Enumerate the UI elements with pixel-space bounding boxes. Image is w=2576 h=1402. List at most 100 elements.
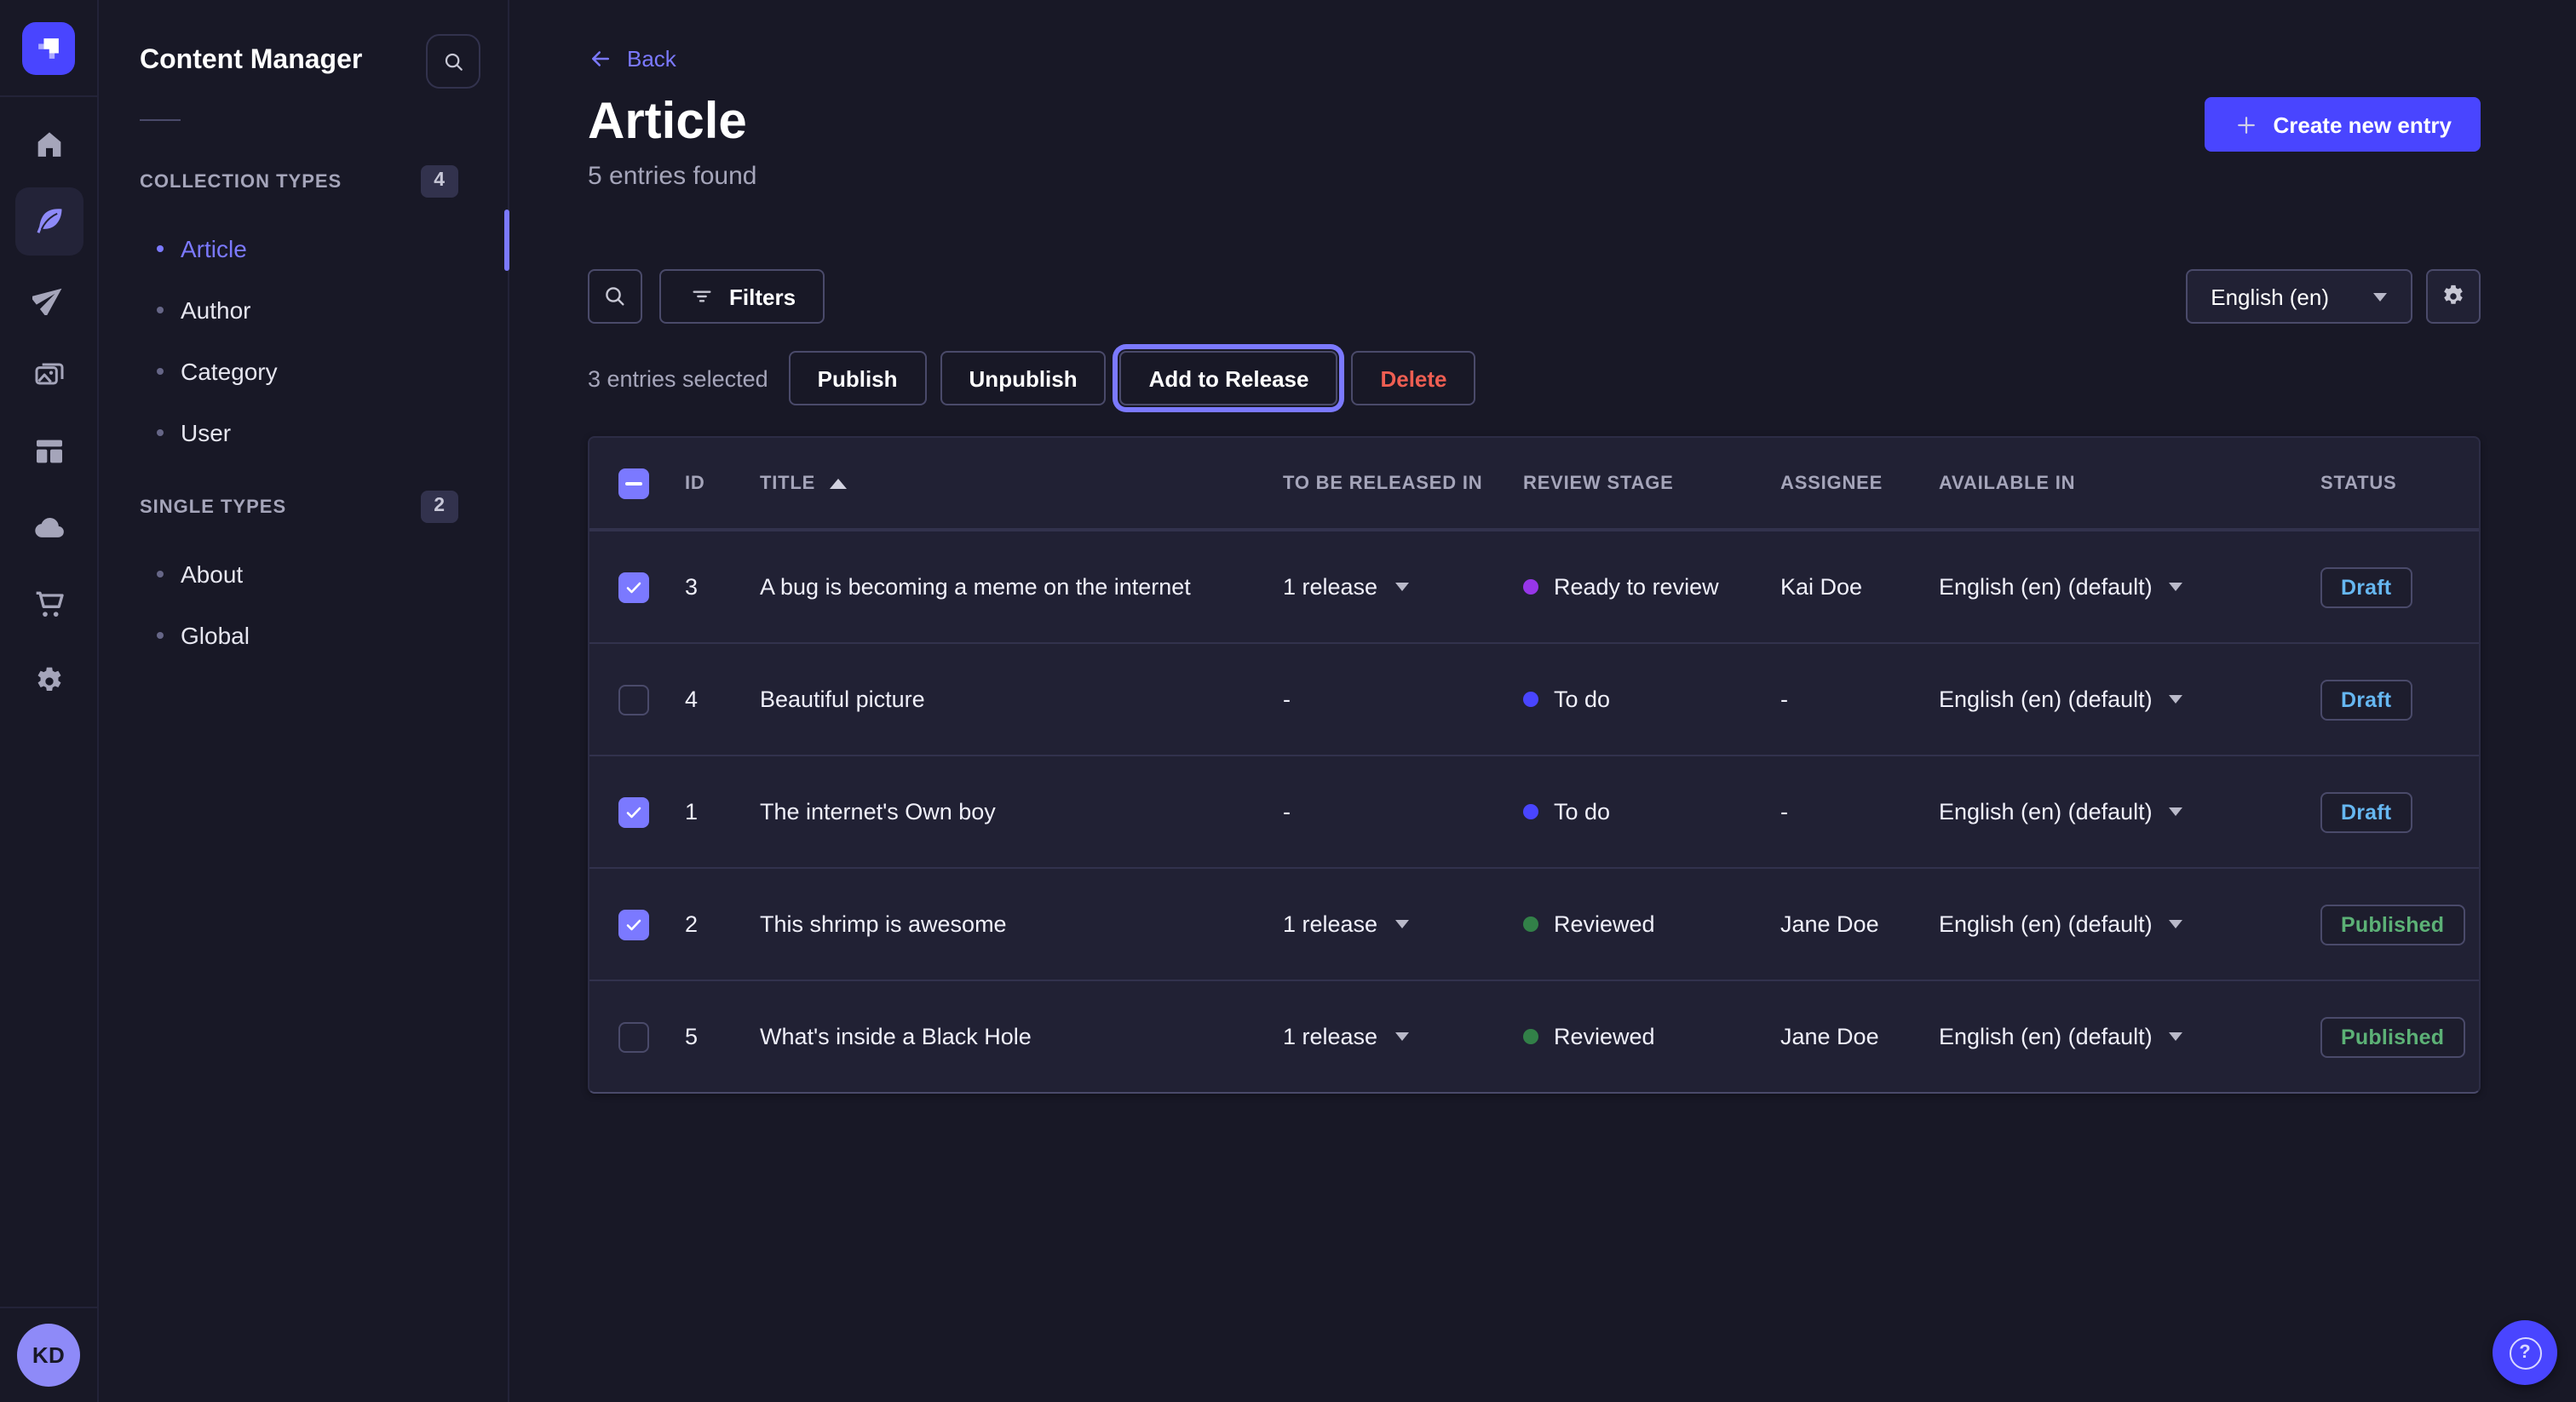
main-content: Back Article 5 entries found Create new …	[509, 0, 2576, 1402]
search-icon	[440, 49, 466, 74]
column-header-status[interactable]: STATUS	[2320, 473, 2479, 493]
subnav-search-button[interactable]	[426, 34, 480, 89]
arrow-left-icon	[588, 46, 613, 72]
cell-available-in-dropdown[interactable]: English (en) (default)	[1939, 687, 2320, 712]
cell-id: 1	[664, 799, 760, 825]
column-header-id[interactable]: ID	[664, 473, 760, 493]
settings-gear-icon[interactable]	[14, 647, 83, 715]
back-link[interactable]: Back	[588, 46, 676, 72]
chevron-down-icon	[1394, 1032, 1408, 1041]
column-header-to-be-released-in[interactable]: TO BE RELEASED IN	[1283, 473, 1523, 493]
cloud-icon[interactable]	[14, 494, 83, 562]
help-button[interactable]: ?	[2493, 1320, 2557, 1385]
page-title: Article	[588, 94, 757, 152]
entries-table: ID TITLE TO BE RELEASED IN REVIEW STAGE …	[588, 436, 2481, 1094]
row-checkbox[interactable]	[618, 1021, 649, 1052]
cell-title: A bug is becoming a meme on the internet	[760, 574, 1283, 600]
main-nav-rail: KD	[0, 0, 99, 1402]
filters-button[interactable]: Filters	[659, 269, 825, 324]
cell-title: The internet's Own boy	[760, 799, 1283, 825]
cell-assignee: Jane Doe	[1780, 911, 1939, 937]
chevron-down-icon	[2373, 292, 2387, 301]
cell-release: -	[1283, 687, 1523, 712]
sidebar-item-user[interactable]: User	[99, 402, 508, 463]
media-library-icon[interactable]	[14, 341, 83, 409]
strapi-logo[interactable]	[22, 21, 75, 74]
check-icon	[624, 802, 644, 822]
unpublish-button[interactable]: Unpublish	[940, 351, 1107, 405]
cell-available-in-dropdown[interactable]: English (en) (default)	[1939, 911, 2320, 937]
cell-review-stage: Reviewed	[1523, 911, 1780, 937]
delete-button[interactable]: Delete	[1351, 351, 1475, 405]
content-type-builder-layout-icon[interactable]	[14, 417, 83, 486]
user-avatar[interactable]: KD	[17, 1324, 80, 1387]
sidebar-item-category[interactable]: Category	[99, 341, 508, 402]
stage-dot	[1523, 1029, 1538, 1044]
locale-select[interactable]: English (en)	[2185, 269, 2412, 324]
subnav-title: Content Manager	[140, 46, 362, 77]
cell-release-dropdown[interactable]: 1 release	[1283, 574, 1523, 600]
check-icon	[624, 914, 644, 934]
chevron-down-icon	[2170, 695, 2183, 704]
add-to-release-button[interactable]: Add to Release	[1120, 351, 1338, 405]
table-row[interactable]: 5 What's inside a Black Hole 1 release R…	[589, 980, 2479, 1092]
cell-available-in-dropdown[interactable]: English (en) (default)	[1939, 799, 2320, 825]
column-header-title[interactable]: TITLE	[760, 473, 1283, 493]
home-icon[interactable]	[14, 111, 83, 179]
section-count-badge: 2	[420, 491, 458, 523]
releases-paper-plane-icon[interactable]	[14, 264, 83, 332]
plus-icon	[2234, 112, 2259, 137]
cell-release-dropdown[interactable]: 1 release	[1283, 911, 1523, 937]
view-settings-button[interactable]	[2426, 269, 2481, 324]
publish-button[interactable]: Publish	[789, 351, 927, 405]
column-header-assignee[interactable]: ASSIGNEE	[1780, 473, 1939, 493]
row-checkbox[interactable]	[618, 909, 649, 939]
bullet-icon	[157, 429, 164, 436]
bullet-icon	[157, 368, 164, 375]
cell-assignee: Kai Doe	[1780, 574, 1939, 600]
create-new-entry-button[interactable]: Create new entry	[2205, 97, 2481, 152]
table-row[interactable]: 4 Beautiful picture - To do - English (e…	[589, 642, 2479, 755]
cell-id: 3	[664, 574, 760, 600]
cell-id: 5	[664, 1024, 760, 1049]
content-manager-feather-icon[interactable]	[14, 187, 83, 256]
cell-review-stage: Reviewed	[1523, 1024, 1780, 1049]
cell-available-in-dropdown[interactable]: English (en) (default)	[1939, 574, 2320, 600]
strapi-logo-icon	[32, 32, 65, 64]
row-checkbox[interactable]	[618, 572, 649, 602]
marketplace-cart-icon[interactable]	[14, 571, 83, 639]
sidebar-item-label: Category	[181, 358, 278, 385]
section-collection-types: COLLECTION TYPES 4 Article Author Catego…	[99, 165, 508, 463]
search-button[interactable]	[588, 269, 642, 324]
chevron-down-icon	[1394, 920, 1408, 928]
search-icon	[601, 283, 629, 310]
table-header-row: ID TITLE TO BE RELEASED IN REVIEW STAGE …	[589, 438, 2479, 530]
cell-title: Beautiful picture	[760, 687, 1283, 712]
cell-release-dropdown[interactable]: 1 release	[1283, 1024, 1523, 1049]
status-badge: Draft	[2320, 679, 2412, 720]
column-header-available-in[interactable]: AVAILABLE IN	[1939, 473, 2320, 493]
sidebar-item-article[interactable]: Article	[99, 218, 508, 279]
table-row[interactable]: 1 The internet's Own boy - To do - Engli…	[589, 755, 2479, 867]
cell-available-in-dropdown[interactable]: English (en) (default)	[1939, 1024, 2320, 1049]
page-header: Article 5 entries found Create new entry	[588, 94, 2481, 191]
sidebar-item-global[interactable]: Global	[99, 605, 508, 666]
row-checkbox[interactable]	[618, 684, 649, 715]
cell-assignee: -	[1780, 687, 1939, 712]
chevron-down-icon	[1394, 583, 1408, 591]
sidebar-item-about[interactable]: About	[99, 543, 508, 605]
cell-assignee: -	[1780, 799, 1939, 825]
row-checkbox[interactable]	[618, 796, 649, 827]
select-all-checkbox[interactable]	[618, 468, 649, 498]
sidebar-item-author[interactable]: Author	[99, 279, 508, 341]
table-row[interactable]: 3 A bug is becoming a meme on the intern…	[589, 530, 2479, 642]
stage-dot	[1523, 692, 1538, 707]
column-header-review-stage[interactable]: REVIEW STAGE	[1523, 473, 1780, 493]
cell-title: What's inside a Black Hole	[760, 1024, 1283, 1049]
chevron-down-icon	[2170, 1032, 2183, 1041]
sort-ascending-icon	[829, 478, 846, 488]
table-row[interactable]: 2 This shrimp is awesome 1 release Revie…	[589, 867, 2479, 980]
cell-id: 4	[664, 687, 760, 712]
chevron-down-icon	[2170, 920, 2183, 928]
cell-review-stage: To do	[1523, 687, 1780, 712]
